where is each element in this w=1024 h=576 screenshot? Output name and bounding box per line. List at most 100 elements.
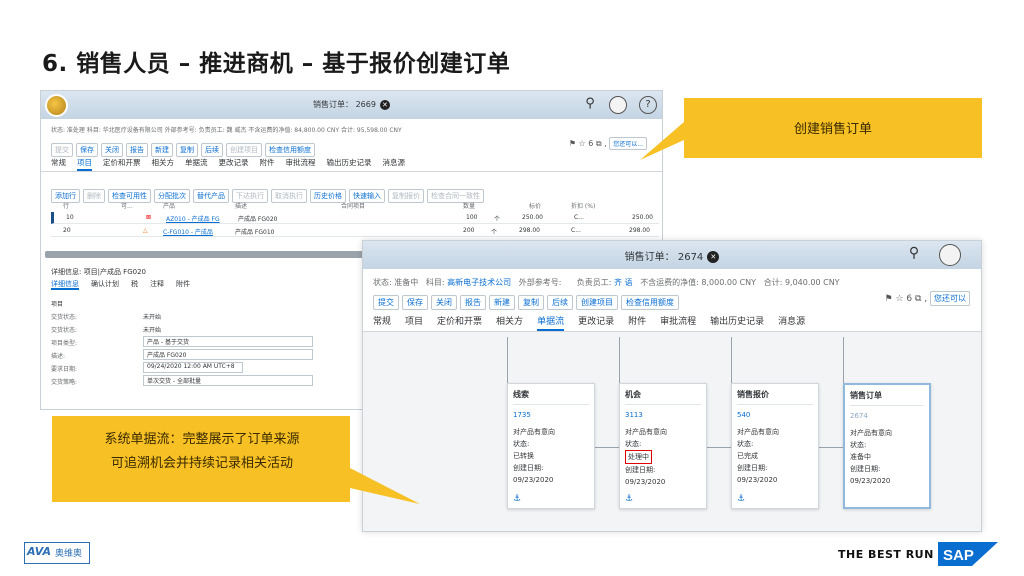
- detail-tabs: 详细信息 确认计划 税 注释 附件: [51, 279, 202, 290]
- tab-attachments[interactable]: 附件: [260, 158, 275, 167]
- account-link[interactable]: 高新电子技术公司: [447, 278, 511, 287]
- tab-docflow[interactable]: 单据流: [185, 158, 208, 167]
- tab-detail-attachments[interactable]: 附件: [176, 280, 190, 288]
- delete-button[interactable]: 删除: [83, 189, 105, 203]
- cancel-release-button[interactable]: 取消执行: [271, 189, 307, 203]
- card-line: 创建日期:: [737, 464, 768, 472]
- avatar[interactable]: [939, 244, 961, 266]
- table-row[interactable]: 10 ⊠ AZ010 - 产成品 FG 产成品 FG020 100 个 250.…: [51, 212, 659, 224]
- tab-notes[interactable]: 注释: [150, 280, 164, 288]
- submit-button[interactable]: 提交: [373, 295, 399, 310]
- tab-feed[interactable]: 消息源: [778, 317, 805, 327]
- tab-items[interactable]: 项目: [405, 317, 423, 327]
- tab-approval[interactable]: 审批流程: [660, 317, 696, 327]
- cell-qty[interactable]: 200: [463, 227, 474, 234]
- cell-desc: 产成品 FG020: [238, 216, 278, 223]
- report-button[interactable]: 报告: [460, 295, 486, 310]
- cell-qty[interactable]: 100: [466, 214, 477, 221]
- new-button[interactable]: 新建: [489, 295, 515, 310]
- card-line: 创建日期:: [625, 466, 656, 474]
- flow-card-lead[interactable]: 线索 1735 对产品有意向 状态: 已转换 创建日期: 09/23/2020 …: [507, 383, 595, 509]
- cell-product[interactable]: AZ010 - 产成品 FG: [166, 214, 220, 223]
- close-button[interactable]: 关闭: [431, 295, 457, 310]
- cell-price[interactable]: 298.00: [519, 227, 540, 234]
- check-credit-button[interactable]: 检查信用额度: [621, 295, 679, 310]
- flow-line: [507, 337, 508, 383]
- owner-link[interactable]: 齐 语: [614, 278, 633, 287]
- shell-title-text: 销售订单： 2674: [624, 252, 704, 263]
- card-info: 对产品有意向 状态: 准备中 创建日期: 09/23/2020: [850, 427, 924, 487]
- cell-currency: C...: [574, 214, 584, 221]
- close-icon[interactable]: ✕: [379, 99, 390, 110]
- tab-output[interactable]: 输出历史记录: [710, 317, 764, 327]
- anchor-icon[interactable]: ⚓: [737, 494, 745, 504]
- card-type: 线索: [513, 389, 589, 405]
- requested-date-field[interactable]: 09/24/2020 12:00 AM UTC+8: [143, 362, 243, 373]
- tab-docflow[interactable]: 单据流: [537, 317, 565, 331]
- save-button[interactable]: 保存: [76, 143, 98, 157]
- delivery-strategy-select[interactable]: 单次交货 - 全部批量: [143, 375, 313, 386]
- card-date: 09/23/2020: [737, 476, 778, 484]
- submit-button[interactable]: 提交: [51, 143, 73, 157]
- card-number[interactable]: 3113: [625, 411, 701, 419]
- save-button[interactable]: 保存: [402, 295, 428, 310]
- tab-general[interactable]: 常规: [51, 158, 66, 167]
- copy-button[interactable]: 复制: [176, 143, 198, 157]
- item-type-field[interactable]: 产品 - 基于交货: [143, 336, 313, 347]
- tab-tax[interactable]: 税: [131, 280, 138, 288]
- card-number[interactable]: 1735: [513, 411, 589, 419]
- tab-approval[interactable]: 审批流程: [286, 158, 316, 167]
- tab-output[interactable]: 输出历史记录: [327, 158, 372, 167]
- tab-items[interactable]: 项目: [77, 158, 92, 171]
- tab-parties[interactable]: 相关方: [496, 317, 523, 327]
- close-button[interactable]: 关闭: [101, 143, 123, 157]
- cell-product[interactable]: C-FG010 - 产成品: [163, 227, 213, 236]
- description-field[interactable]: 产成品 FG020: [143, 349, 313, 360]
- callout-top-text: 创建销售订单: [793, 122, 872, 137]
- anchor-icon[interactable]: ⚓: [513, 494, 521, 504]
- create-item-button[interactable]: 创建项目: [226, 143, 262, 157]
- more-button[interactable]: 您还可以: [930, 291, 970, 306]
- follow-up-button[interactable]: 后续: [547, 295, 573, 310]
- copy-quote-button[interactable]: 复制报价: [388, 189, 424, 203]
- tab-general[interactable]: 常规: [373, 317, 391, 327]
- tab-pricing[interactable]: 定价和开票: [103, 158, 141, 167]
- flow-line: [731, 337, 732, 383]
- tab-changes[interactable]: 更改记录: [219, 158, 249, 167]
- flow-card-sales-order[interactable]: 销售订单 2674 对产品有意向 状态: 准备中 创建日期: 09/23/202…: [843, 383, 931, 509]
- tab-details[interactable]: 详细信息: [51, 280, 79, 290]
- copy-button[interactable]: 复制: [518, 295, 544, 310]
- flow-connector: [819, 447, 843, 448]
- col-discount: 折扣 (%): [571, 203, 596, 210]
- tab-attachments[interactable]: 附件: [628, 317, 646, 327]
- search-icon[interactable]: ⚲: [905, 246, 923, 264]
- cell-unit[interactable]: 个: [491, 227, 497, 236]
- cell-unit[interactable]: 个: [494, 214, 500, 223]
- tab-changes[interactable]: 更改记录: [578, 317, 614, 327]
- substitute-product-button[interactable]: 替代产品: [193, 189, 229, 203]
- anchor-icon[interactable]: ⚓: [625, 494, 633, 504]
- cell-price[interactable]: 250.00: [522, 214, 543, 221]
- close-icon[interactable]: ✕: [707, 251, 720, 263]
- table-row[interactable]: 20 △ C-FG010 - 产成品 产成品 FG010 200 个 298.0…: [51, 225, 659, 237]
- check-contract-button[interactable]: 检查合同一致性: [427, 189, 484, 203]
- card-status: 已转换: [513, 452, 534, 460]
- tab-parties[interactable]: 相关方: [152, 158, 175, 167]
- flow-card-quote[interactable]: 销售报价 540 对产品有意向 状态: 已完成 创建日期: 09/23/2020…: [731, 383, 819, 509]
- field-value: 未开始: [143, 327, 162, 334]
- search-icon[interactable]: ⚲: [581, 96, 599, 114]
- check-credit-button[interactable]: 检查信用额度: [265, 143, 315, 157]
- flow-card-opportunity[interactable]: 机会 3113 对产品有意向 状态: 处理中 创建日期: 09/23/2020 …: [619, 383, 707, 509]
- callout-bottom-line2: 可追溯机会并持续记录相关活动: [110, 456, 293, 471]
- tab-feed[interactable]: 消息源: [383, 158, 406, 167]
- new-button[interactable]: 新建: [151, 143, 173, 157]
- tab-pricing[interactable]: 定价和开票: [437, 317, 482, 327]
- create-item-button[interactable]: 创建项目: [576, 295, 618, 310]
- divider: [41, 171, 662, 172]
- card-number[interactable]: 540: [737, 411, 813, 419]
- tab-schedule[interactable]: 确认计划: [91, 280, 119, 288]
- report-button[interactable]: 报告: [126, 143, 148, 157]
- cell-total: 250.00: [632, 214, 653, 221]
- follow-up-button[interactable]: 后续: [201, 143, 223, 157]
- header-tool-icons[interactable]: ⚑ ☆ 6 ⧉ ,: [885, 294, 928, 304]
